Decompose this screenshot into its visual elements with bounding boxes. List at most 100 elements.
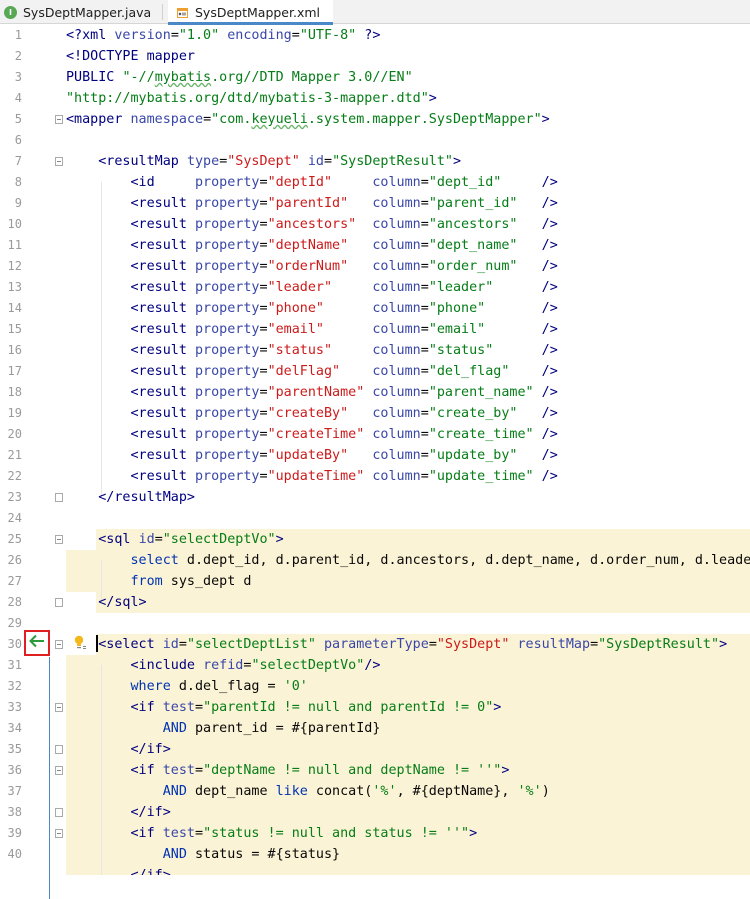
code-line[interactable]: <?xml version="1.0" encoding="UTF-8" ?> bbox=[66, 25, 380, 46]
code-token: property bbox=[195, 448, 260, 463]
code-token: "orderNum" bbox=[267, 259, 349, 274]
code-token: = bbox=[259, 259, 268, 274]
fold-marker-sql-end[interactable] bbox=[55, 598, 63, 607]
code-token: '%' bbox=[517, 784, 542, 799]
fold-marker-resultmap[interactable] bbox=[55, 157, 63, 166]
line-number: 22 bbox=[7, 469, 22, 483]
code-line[interactable]: <result property="createBy" column="crea… bbox=[66, 403, 557, 424]
code-token: = bbox=[259, 385, 268, 400]
fold-marker-sql[interactable] bbox=[55, 535, 63, 544]
code-token: = bbox=[420, 175, 429, 190]
fold-marker-if-2-end[interactable] bbox=[55, 808, 63, 817]
code-token: column bbox=[372, 385, 421, 400]
code-token: "leader" bbox=[428, 280, 494, 295]
code-line[interactable]: from sys_dept d bbox=[66, 571, 252, 592]
code-line[interactable]: <if test="status != null and status != '… bbox=[66, 823, 477, 844]
code-line[interactable]: <result property="parentId" column="pare… bbox=[66, 193, 557, 214]
code-line[interactable]: <!DOCTYPE mapper bbox=[66, 46, 195, 67]
code-line[interactable]: <mapper namespace="com.keyueli.system.ma… bbox=[66, 109, 550, 130]
code-token: /> bbox=[517, 238, 558, 253]
fold-marker-select[interactable] bbox=[55, 640, 63, 649]
code-token: > bbox=[453, 154, 462, 169]
code-token: AND bbox=[162, 847, 187, 862]
code-token: encoding bbox=[227, 28, 292, 43]
code-line[interactable]: <if test="deptName != null and deptName … bbox=[66, 760, 509, 781]
tab-sysdeptmapper-java[interactable]: I SysDeptMapper.java bbox=[4, 0, 151, 24]
code-token: "deptId" bbox=[267, 175, 333, 190]
code-line[interactable]: <sql id="selectDeptVo"> bbox=[66, 529, 283, 550]
code-token: property bbox=[195, 196, 260, 211]
code-line[interactable]: </resultMap> bbox=[66, 487, 195, 508]
code-line[interactable]: <result property="createTime" column="cr… bbox=[66, 424, 557, 445]
code-token: </resultMap> bbox=[66, 490, 195, 505]
code-line[interactable]: PUBLIC "-//mybatis.org//DTD Mapper 3.0//… bbox=[66, 67, 413, 88]
code-token: column bbox=[372, 196, 421, 211]
code-token: <result bbox=[66, 217, 195, 232]
code-token: <if bbox=[66, 700, 163, 715]
line-number: 36 bbox=[7, 763, 22, 777]
code-token: , #{deptName}, bbox=[396, 784, 518, 799]
fold-marker-if-1-end[interactable] bbox=[55, 745, 63, 754]
code-line-partial[interactable]: </if> bbox=[66, 865, 170, 875]
navigate-to-java-button[interactable] bbox=[24, 630, 50, 656]
code-token: property bbox=[195, 217, 260, 232]
code-line[interactable]: <result property="deptName" column="dept… bbox=[66, 235, 558, 256]
code-line[interactable]: <result property="leader" column="leader… bbox=[66, 277, 557, 298]
code-line[interactable]: <result property="updateTime" column="up… bbox=[66, 466, 557, 487]
line-number: 21 bbox=[7, 448, 22, 462]
fold-marker-if-2[interactable] bbox=[55, 766, 63, 775]
code-token: .system.mapper.SysDeptMapper" bbox=[307, 112, 542, 127]
code-line[interactable]: <result property="parentName" column="pa… bbox=[66, 382, 557, 403]
tab-label: SysDeptMapper.java bbox=[23, 4, 152, 20]
code-line[interactable]: <select id="selectDeptList" parameterTyp… bbox=[66, 634, 727, 655]
code-token: '0' bbox=[283, 679, 308, 694]
code-token: "parentId != null and parentId != 0" bbox=[203, 700, 494, 715]
line-number: 11 bbox=[7, 238, 22, 252]
code-token: column bbox=[372, 322, 421, 337]
code-token: <? bbox=[66, 28, 83, 43]
code-token: = bbox=[259, 217, 268, 232]
code-line[interactable]: </sql> bbox=[66, 592, 146, 613]
code-token: property bbox=[195, 238, 260, 253]
tab-sysdeptmapper-xml[interactable]: SysDeptMapper.xml bbox=[168, 0, 333, 25]
code-line[interactable]: <id property="deptId" column="dept_id" /… bbox=[66, 172, 557, 193]
code-token: /> bbox=[517, 448, 558, 463]
code-token: "selectDeptList" bbox=[186, 637, 316, 652]
code-line[interactable]: "http://mybatis.org/dtd/mybatis-3-mapper… bbox=[66, 88, 437, 109]
code-line[interactable]: <result property="status" column="status… bbox=[66, 340, 558, 361]
code-line[interactable]: AND parent_id = #{parentId} bbox=[66, 718, 381, 739]
code-line[interactable]: <result property="updateBy" column="upda… bbox=[66, 445, 558, 466]
code-line[interactable]: <result property="email" column="email" … bbox=[66, 319, 557, 340]
code-editor[interactable]: <?xml version="1.0" encoding="UTF-8" ?> <… bbox=[66, 24, 750, 875]
fold-marker-if-1[interactable] bbox=[55, 703, 63, 712]
code-token: resultMap bbox=[517, 637, 591, 652]
fold-marker-mapper[interactable] bbox=[55, 115, 63, 124]
code-line[interactable]: select d.dept_id, d.parent_id, d.ancesto… bbox=[66, 550, 750, 571]
fold-marker-resultmap-end[interactable] bbox=[55, 493, 63, 502]
code-line[interactable]: <result property="ancestors" column="anc… bbox=[66, 214, 557, 235]
code-line[interactable]: <resultMap type="SysDept" id="SysDeptRes… bbox=[66, 151, 461, 172]
code-line[interactable]: <include refid="selectDeptVo"/> bbox=[66, 655, 380, 676]
code-line[interactable]: AND dept_name like concat('%', #{deptNam… bbox=[66, 781, 550, 802]
lightbulb-icon[interactable] bbox=[73, 634, 87, 650]
code-line[interactable]: <result property="phone" column="phone" … bbox=[66, 298, 557, 319]
code-line[interactable]: AND status = #{status} bbox=[66, 844, 340, 865]
line-number: 14 bbox=[7, 301, 22, 315]
code-token: /> bbox=[493, 343, 558, 358]
code-line[interactable]: </if> bbox=[66, 739, 170, 760]
code-token: <result bbox=[66, 322, 195, 337]
code-line[interactable]: <result property="orderNum" column="orde… bbox=[66, 256, 557, 277]
code-token: = bbox=[178, 637, 187, 652]
code-line[interactable]: where d.del_flag = '0' bbox=[66, 676, 308, 697]
code-token: = bbox=[195, 826, 204, 841]
code-line[interactable]: <if test="parentId != null and parentId … bbox=[66, 697, 501, 718]
code-line[interactable]: </if> bbox=[66, 802, 170, 823]
fold-marker-if-3[interactable] bbox=[55, 829, 63, 838]
code-token: "selectDeptVo" bbox=[251, 658, 365, 673]
code-line[interactable]: <result property="delFlag" column="del_f… bbox=[66, 361, 557, 382]
code-token: "create_by" bbox=[428, 406, 518, 421]
vcs-change-marker bbox=[49, 657, 50, 899]
